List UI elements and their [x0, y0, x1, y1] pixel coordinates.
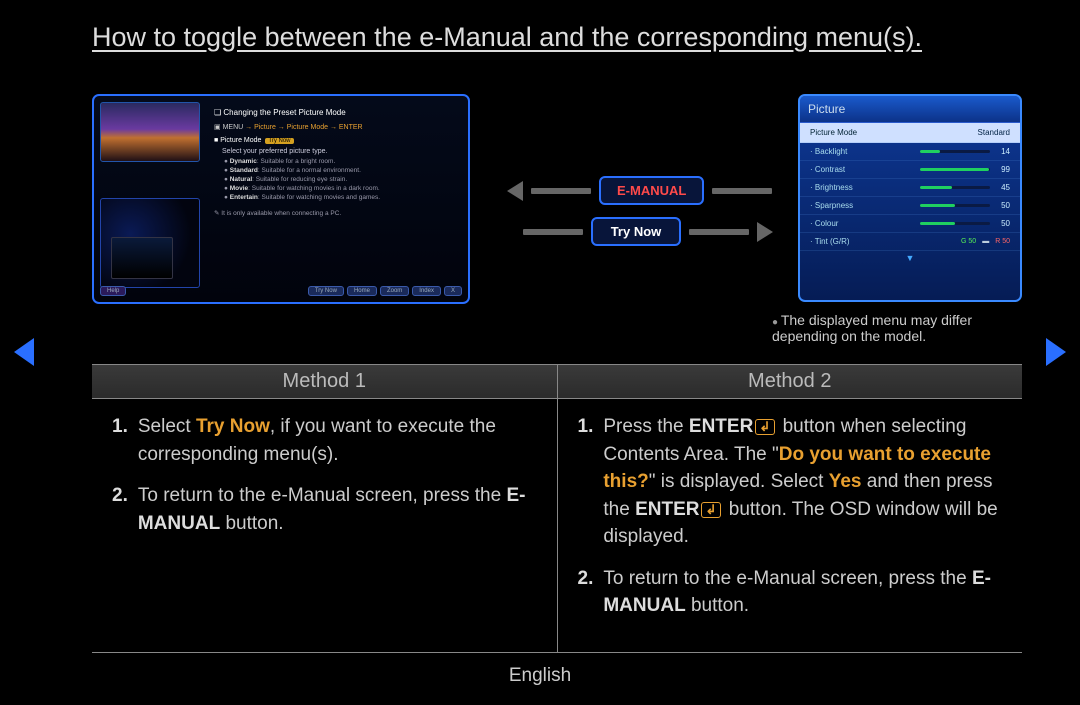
emanual-breadcrumb: ▣ MENU → Picture → Picture Mode → ENTER — [214, 123, 458, 131]
trynow-pill[interactable]: Try Now — [591, 217, 681, 246]
emanual-pill[interactable]: E-MANUAL — [599, 176, 704, 205]
emanual-bullets: ● Dynamic: Suitable for a bright room. ●… — [224, 158, 458, 201]
slider-row-sparpness[interactable]: Sparpness50 — [800, 197, 1020, 215]
emanual-subheading: ■ Picture Mode Try Now — [214, 137, 458, 144]
close-button[interactable]: X — [444, 286, 462, 296]
enter-icon — [701, 502, 721, 518]
methods-table: Method 1 Method 2 1. Select Try Now, if … — [92, 364, 1022, 653]
index-button[interactable]: Index — [412, 286, 441, 296]
arrow-right-icon — [757, 222, 773, 242]
preview-thumbnail-1 — [100, 102, 200, 162]
method2-body: 1. Press the ENTER button when selecting… — [558, 399, 1023, 652]
slider-row-colour[interactable]: Colour50 — [800, 215, 1020, 233]
footer-language: English — [0, 665, 1080, 687]
zoom-button[interactable]: Zoom — [380, 286, 409, 296]
trynow-mini-button[interactable]: Try Now — [308, 286, 344, 296]
emanual-toolbar: Help Try Now Home Zoom Index X — [100, 286, 462, 296]
slider-row-backlight[interactable]: Backlight14 — [800, 143, 1020, 161]
slider-row-contrast[interactable]: Contrast99 — [800, 161, 1020, 179]
chevron-down-icon[interactable]: ▼ — [906, 253, 915, 263]
method1-header: Method 1 — [92, 365, 558, 398]
diagram-row: ❏ Changing the Preset Picture Mode ▣ MEN… — [92, 94, 1022, 364]
toggle-arrows: E-MANUAL Try Now — [507, 164, 827, 258]
arrow-left-icon — [507, 181, 523, 201]
prev-page-arrow[interactable] — [14, 338, 34, 366]
picture-menu-title: Picture — [800, 96, 1020, 123]
home-button[interactable]: Home — [347, 286, 377, 296]
picture-osd-menu: Picture Picture ModeStandard Backlight14… — [798, 94, 1022, 302]
enter-icon — [755, 419, 775, 435]
picture-mode-row[interactable]: Picture ModeStandard — [800, 123, 1020, 143]
page-title: How to toggle between the e-Manual and t… — [0, 0, 1080, 53]
next-page-arrow[interactable] — [1046, 338, 1066, 366]
tint-row[interactable]: Tint (G/R) G 50▬R 50 — [800, 233, 1020, 251]
emanual-heading: ❏ Changing the Preset Picture Mode — [214, 108, 458, 117]
method1-body: 1. Select Try Now, if you want to execut… — [92, 399, 558, 652]
preview-thumbnail-2 — [100, 198, 200, 288]
help-button[interactable]: Help — [100, 286, 126, 296]
emanual-preview: ❏ Changing the Preset Picture Mode ▣ MEN… — [92, 94, 470, 304]
picture-menu-note: The displayed menu may differ depending … — [772, 312, 1022, 344]
method2-header: Method 2 — [558, 365, 1023, 398]
slider-row-brightness[interactable]: Brightness45 — [800, 179, 1020, 197]
emanual-note: ✎ It is only available when connecting a… — [214, 209, 458, 217]
emanual-description: Select your preferred picture type. — [222, 148, 458, 155]
